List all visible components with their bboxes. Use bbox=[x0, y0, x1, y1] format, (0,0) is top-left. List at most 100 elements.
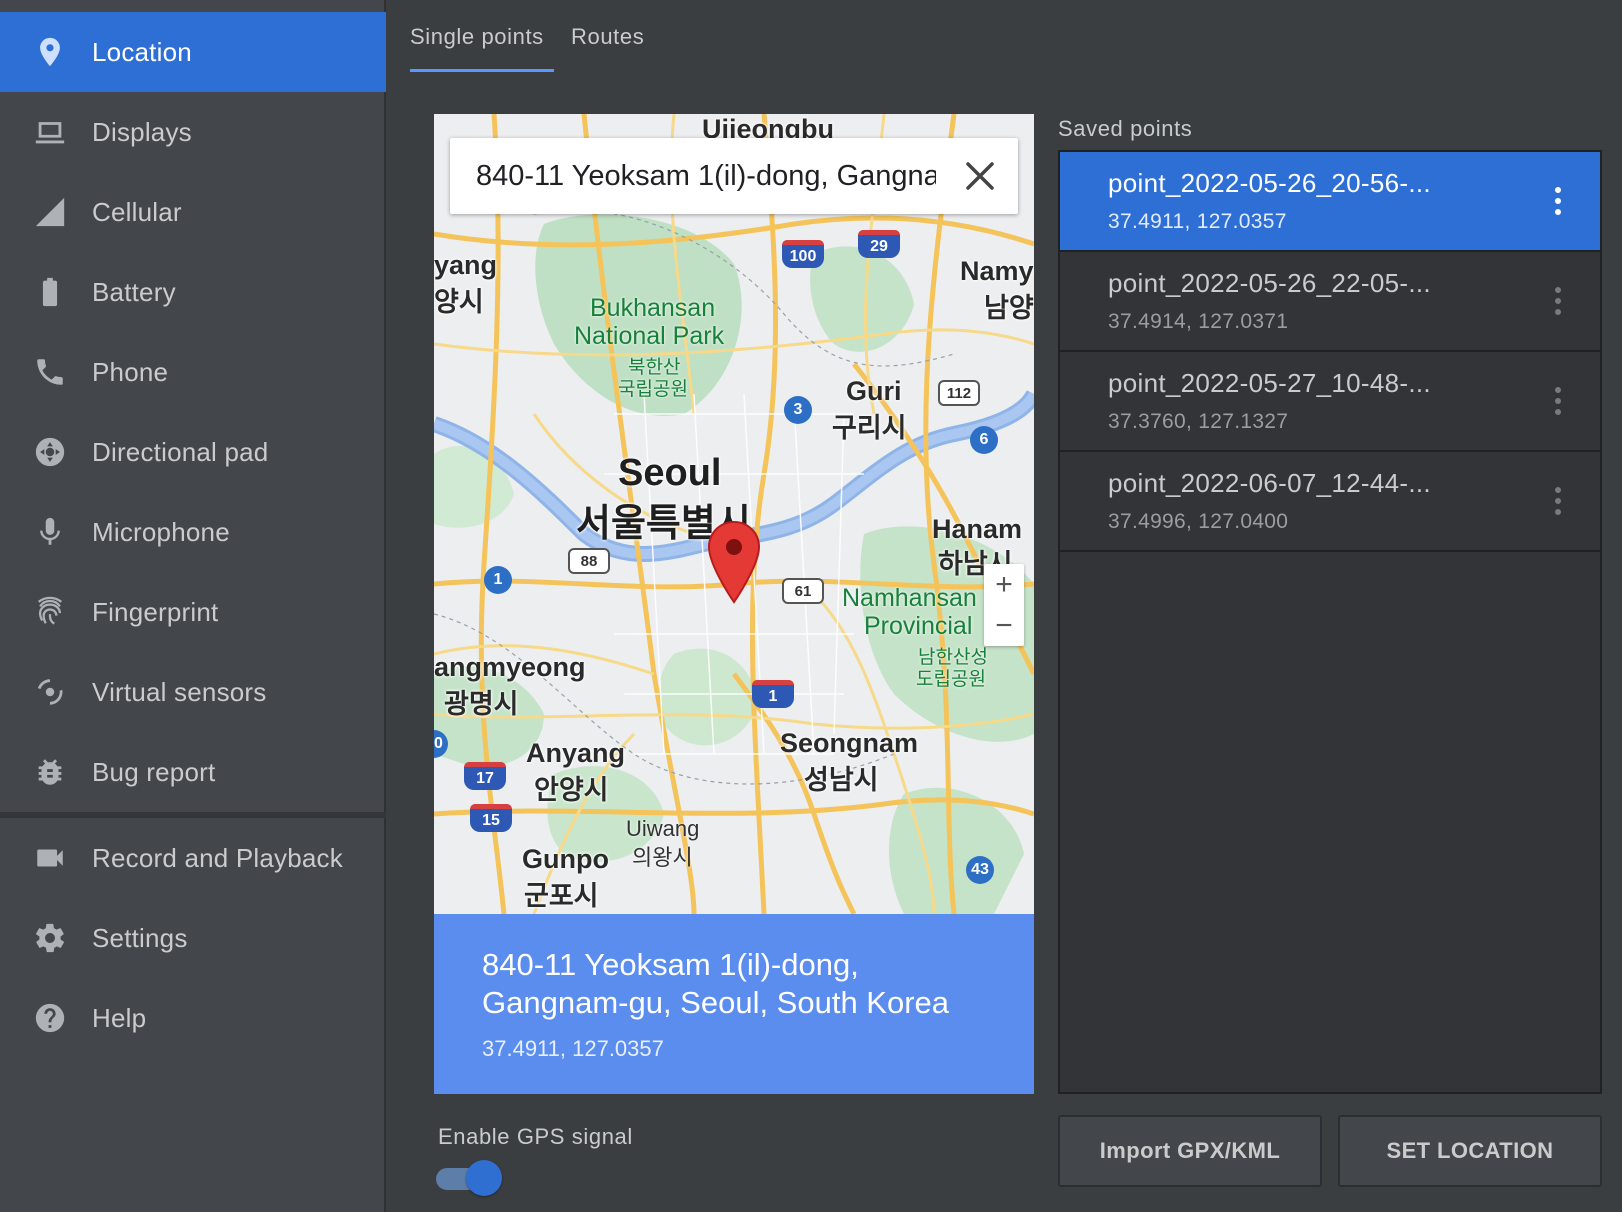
saved-point-item[interactable]: point_2022-06-07_12-44-... 37.4996, 127.… bbox=[1060, 452, 1600, 552]
route-shield-88: 88 bbox=[568, 548, 610, 574]
sidebar-item-battery[interactable]: Battery bbox=[0, 252, 386, 332]
display-icon bbox=[30, 112, 70, 152]
sidebar-item-label: Cellular bbox=[92, 196, 182, 227]
route-shield-1-west: 1 bbox=[484, 566, 512, 594]
sidebar-item-location[interactable]: Location bbox=[0, 12, 386, 92]
route-shield-100: 100 bbox=[782, 240, 824, 268]
map-search-box: 840-11 Yeoksam 1(il)-dong, Gangnam-gu, S… bbox=[450, 138, 1018, 214]
saved-point-name: point_2022-05-27_10-48-... bbox=[1108, 368, 1431, 398]
map-label-gunpo-ko: 군포시 bbox=[524, 881, 599, 911]
selected-location-address: 840-11 Yeoksam 1(il)-dong, Gangnam-gu, S… bbox=[482, 947, 950, 1020]
sidebar-item-label: Phone bbox=[92, 356, 169, 387]
route-shield-61: 61 bbox=[782, 578, 824, 604]
saved-point-coords: 37.3760, 127.1327 bbox=[1108, 410, 1289, 433]
map-label-anyang: Anyang bbox=[526, 738, 626, 768]
more-vert-icon[interactable] bbox=[1552, 484, 1564, 520]
dpad-icon bbox=[30, 432, 70, 472]
tab-single-points[interactable]: Single points bbox=[410, 24, 544, 50]
sidebar-item-label: Directional pad bbox=[92, 436, 269, 467]
map-label-provincial: Provincial bbox=[864, 612, 973, 640]
saved-points-title: Saved points bbox=[1058, 116, 1193, 141]
saved-point-name: point_2022-05-26_22-05-... bbox=[1108, 268, 1431, 298]
toggle-knob bbox=[466, 1160, 502, 1196]
saved-point-coords: 37.4911, 127.0357 bbox=[1108, 210, 1287, 233]
sidebar-item-label: Settings bbox=[92, 922, 188, 953]
map[interactable]: Uijeongbu yang 양시 Bukhansan National Par… bbox=[434, 114, 1034, 914]
bug-icon bbox=[30, 752, 70, 792]
map-label-hanam: Hanam bbox=[932, 514, 1023, 544]
map-label-gwangmyeong-ko: 광명시 bbox=[444, 689, 519, 719]
gps-signal-toggle[interactable] bbox=[436, 1160, 504, 1196]
sidebar-item-cellular[interactable]: Cellular bbox=[0, 172, 386, 252]
map-label-namyangju: Namy bbox=[960, 256, 1034, 286]
map-label-provincial-ko: 도립공원 bbox=[916, 669, 986, 690]
map-zoom-control: + − bbox=[984, 564, 1024, 646]
saved-point-item[interactable]: point_2022-05-26_22-05-... 37.4914, 127.… bbox=[1060, 252, 1600, 352]
map-label-national-park-ko: 국립공원 bbox=[618, 379, 688, 400]
route-shield-1-south: 1 bbox=[752, 680, 794, 708]
sidebar-item-microphone[interactable]: Microphone bbox=[0, 492, 386, 572]
selected-location-card: 840-11 Yeoksam 1(il)-dong, Gangnam-gu, S… bbox=[434, 914, 1034, 1094]
map-label-uiwang-ko: 의왕시 bbox=[632, 845, 693, 870]
saved-point-coords: 37.4914, 127.0371 bbox=[1108, 310, 1289, 333]
fingerprint-icon bbox=[30, 592, 70, 632]
zoom-out-button[interactable]: − bbox=[984, 605, 1024, 646]
saved-point-coords: 37.4996, 127.0400 bbox=[1108, 510, 1289, 533]
map-label-gwangmyeong: angmyeong bbox=[434, 652, 586, 682]
tab-active-indicator bbox=[410, 69, 554, 72]
saved-point-item[interactable]: point_2022-05-26_20-56-... 37.4911, 127.… bbox=[1060, 152, 1600, 252]
map-label-guri: Guri bbox=[846, 376, 902, 406]
route-shield-29: 29 bbox=[858, 230, 900, 258]
sidebar-item-label: Record and Playback bbox=[92, 842, 343, 873]
gear-icon bbox=[30, 918, 70, 958]
sidebar-item-bug-report[interactable]: Bug report bbox=[0, 732, 386, 812]
sidebar-item-label: Virtual sensors bbox=[92, 676, 267, 707]
tab-routes[interactable]: Routes bbox=[571, 24, 644, 50]
more-vert-icon[interactable] bbox=[1552, 284, 1564, 320]
battery-icon bbox=[30, 272, 70, 312]
map-label-uiwang: Uiwang bbox=[626, 816, 700, 841]
route-shield-15: 15 bbox=[470, 804, 512, 832]
sidebar-item-directional-pad[interactable]: Directional pad bbox=[0, 412, 386, 492]
map-search-input[interactable]: 840-11 Yeoksam 1(il)-dong, Gangnam-gu, S… bbox=[476, 138, 936, 214]
route-shield-112: 112 bbox=[938, 380, 980, 406]
route-shield-3: 3 bbox=[784, 396, 812, 424]
map-label-namyangju-ko: 남양 bbox=[984, 293, 1034, 323]
more-vert-icon[interactable] bbox=[1552, 384, 1564, 420]
phone-icon bbox=[30, 352, 70, 392]
set-location-button[interactable]: SET LOCATION bbox=[1338, 1115, 1602, 1187]
saved-point-name: point_2022-05-26_20-56-... bbox=[1108, 168, 1431, 198]
rotate-sensor-icon bbox=[30, 672, 70, 712]
sidebar-item-fingerprint[interactable]: Fingerprint bbox=[0, 572, 386, 652]
map-label-guri-ko: 구리시 bbox=[832, 413, 907, 443]
map-label-seoul: Seoul bbox=[618, 452, 722, 494]
zoom-in-button[interactable]: + bbox=[984, 564, 1024, 605]
sidebar-item-settings[interactable]: Settings bbox=[0, 898, 386, 978]
sidebar-item-virtual-sensors[interactable]: Virtual sensors bbox=[0, 652, 386, 732]
map-label-national-park: National Park bbox=[574, 322, 725, 350]
map-label-seongnam: Seongnam bbox=[780, 728, 919, 758]
sidebar-item-displays[interactable]: Displays bbox=[0, 92, 386, 172]
sidebar-item-label: Help bbox=[92, 1002, 147, 1033]
videocam-icon bbox=[30, 838, 70, 878]
route-shield-17: 17 bbox=[464, 762, 506, 790]
sidebar-item-help[interactable]: Help bbox=[0, 978, 386, 1058]
sidebar-item-record-and-playback[interactable]: Record and Playback bbox=[0, 818, 386, 898]
saved-points-list: point_2022-05-26_20-56-... 37.4911, 127.… bbox=[1058, 150, 1602, 1094]
map-label-anyang-ko: 안양시 bbox=[534, 775, 609, 805]
saved-point-item[interactable]: point_2022-05-27_10-48-... 37.3760, 127.… bbox=[1060, 352, 1600, 452]
microphone-icon bbox=[30, 512, 70, 552]
sidebar-item-phone[interactable]: Phone bbox=[0, 332, 386, 412]
map-label-bukhansan: Bukhansan bbox=[590, 294, 716, 322]
map-label-goyang-ko: 양시 bbox=[434, 287, 484, 317]
sidebar-item-label: Location bbox=[92, 36, 192, 67]
help-icon bbox=[30, 998, 70, 1038]
close-icon[interactable] bbox=[962, 158, 998, 194]
location-pin-marker-icon bbox=[707, 520, 761, 604]
route-shield-43: 43 bbox=[966, 856, 994, 884]
import-gpx-kml-button[interactable]: Import GPX/KML bbox=[1058, 1115, 1322, 1187]
more-vert-icon[interactable] bbox=[1552, 184, 1564, 220]
route-shield-6: 6 bbox=[970, 426, 998, 454]
selected-location-coords: 37.4911, 127.0357 bbox=[482, 1036, 664, 1061]
map-label-namhansan: Namhansan bbox=[842, 584, 977, 612]
